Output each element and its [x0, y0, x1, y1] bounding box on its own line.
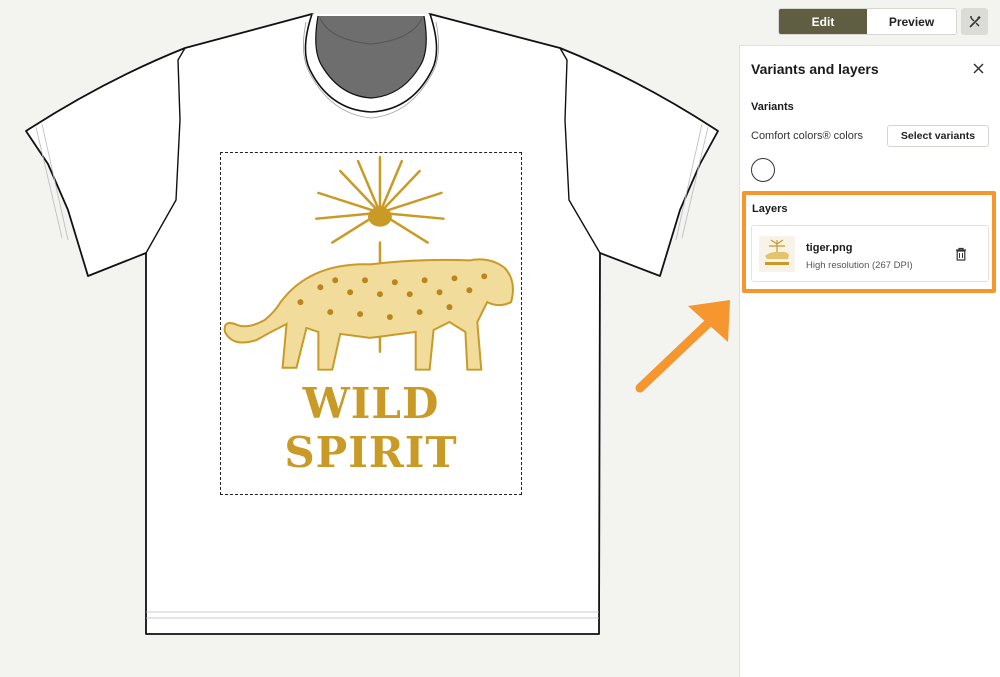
layer-resolution: High resolution (267 DPI) [806, 260, 913, 271]
layer-item[interactable]: tiger.png High resolution (267 DPI) [751, 225, 989, 282]
color-swatch-white[interactable] [751, 158, 775, 182]
callout-arrow [635, 300, 730, 393]
close-panel-button[interactable] [970, 60, 986, 76]
print-area[interactable]: WILD SPIRIT [220, 152, 522, 495]
layer-file-name: tiger.png [806, 242, 853, 254]
variants-color-label: Comfort colors® colors [751, 130, 864, 142]
design-canvas[interactable]: WILD SPIRIT [0, 0, 735, 677]
tools-button[interactable] [961, 8, 988, 35]
edit-mode-button[interactable]: Edit [779, 9, 867, 34]
select-variants-button[interactable]: Select variants [887, 125, 989, 147]
layer-thumbnail [759, 236, 795, 272]
variants-layers-panel: Variants and layers Variants Comfort col… [739, 45, 1000, 677]
delete-layer-button[interactable] [953, 245, 969, 263]
close-icon [972, 62, 984, 74]
mode-toggle: Edit Preview [778, 8, 957, 35]
panel-title: Variants and layers [751, 61, 879, 77]
design-text: WILD SPIRIT [284, 379, 458, 477]
preview-mode-button[interactable]: Preview [867, 9, 956, 34]
trash-icon [956, 247, 966, 261]
layers-heading: Layers [752, 203, 788, 215]
variants-heading: Variants [751, 101, 794, 113]
layers-section-highlight: Layers tiger.png High resolution (267 DP… [742, 191, 996, 293]
magic-tools-icon [968, 15, 981, 28]
